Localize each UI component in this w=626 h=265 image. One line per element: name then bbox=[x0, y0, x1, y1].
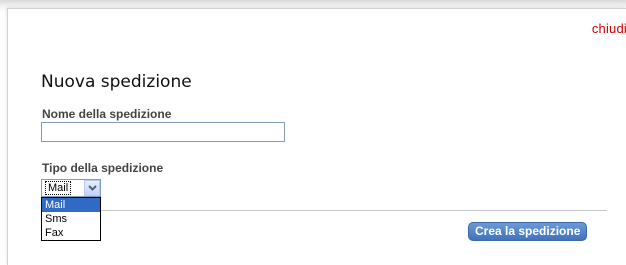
shipment-type-select[interactable]: Mail bbox=[41, 179, 101, 197]
chevron-down-icon[interactable] bbox=[84, 180, 100, 196]
page-background: chiudi Nuova spedizione Nome della spedi… bbox=[0, 0, 626, 265]
dropdown-option-fax[interactable]: Fax bbox=[42, 226, 100, 240]
dropdown-option-mail[interactable]: Mail bbox=[42, 198, 100, 212]
shipment-name-input[interactable] bbox=[41, 122, 285, 142]
dropdown-option-sms[interactable]: Sms bbox=[42, 212, 100, 226]
close-link[interactable]: chiudi bbox=[592, 21, 626, 36]
shipment-type-dropdown-list: Mail Sms Fax bbox=[41, 197, 101, 241]
divider bbox=[41, 210, 607, 211]
dialog-title: Nuova spedizione bbox=[41, 72, 192, 92]
shipment-type-label: Tipo della spedizione bbox=[42, 161, 164, 175]
shipment-type-selected-value: Mail bbox=[45, 181, 72, 195]
new-shipment-dialog: chiudi Nuova spedizione Nome della spedi… bbox=[7, 8, 626, 265]
shipment-name-label: Nome della spedizione bbox=[42, 107, 172, 121]
create-shipment-button[interactable]: Crea la spedizione bbox=[468, 222, 588, 241]
